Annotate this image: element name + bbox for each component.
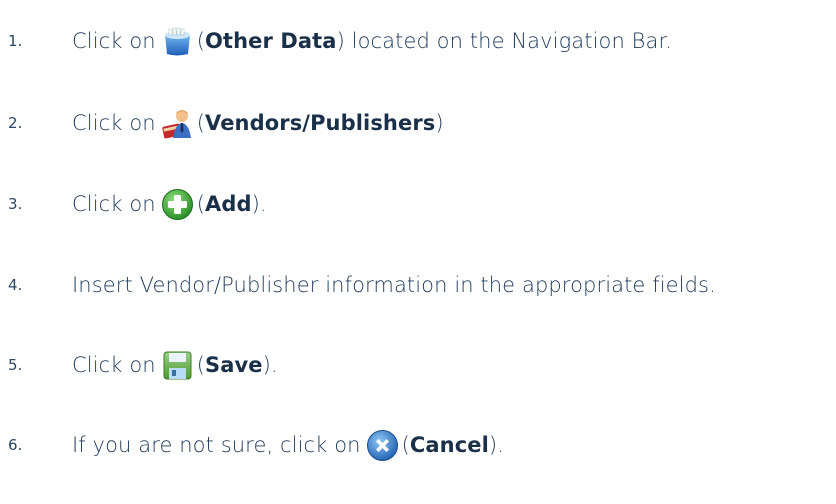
step-suffix: ) <box>435 111 444 135</box>
step-suffix: ) located on the Navigation Bar. <box>336 29 673 53</box>
step-number: 6. <box>8 436 23 454</box>
vendors-publishers-icon <box>161 107 194 140</box>
step-number: 4. <box>8 276 23 294</box>
paren-open: ( <box>196 353 205 377</box>
step-text: Click on (Other Data) located on the Nav… <box>72 25 672 58</box>
step-text: If you are not sure, click on (Cancel). <box>72 429 504 462</box>
step-text: Click on (Save). <box>72 349 278 382</box>
step-number: 2. <box>8 114 23 132</box>
step-bold-label: Cancel <box>409 433 489 457</box>
step-text: Click on (Add). <box>72 188 267 221</box>
save-icon <box>161 349 194 382</box>
step-number: 1. <box>8 32 23 50</box>
cancel-icon <box>366 429 399 462</box>
step-suffix: ). <box>488 433 504 457</box>
step-prefix: Click on <box>72 192 156 216</box>
step-bold-label: Save <box>204 353 263 377</box>
paren-open: ( <box>196 29 205 53</box>
paren-open: ( <box>196 192 205 216</box>
other-data-icon <box>161 25 194 58</box>
step-number: 3. <box>8 195 23 213</box>
step-suffix: ). <box>262 353 278 377</box>
step-bold-label: Other Data <box>204 29 337 53</box>
step-prefix: If you are not sure, click on <box>72 433 361 457</box>
paren-open: ( <box>401 433 410 457</box>
step-bold-label: Add <box>204 192 252 216</box>
step-text: Insert Vendor/Publisher information in t… <box>72 273 716 297</box>
add-icon <box>161 188 194 221</box>
step-suffix: ). <box>251 192 267 216</box>
step-prefix: Click on <box>72 111 156 135</box>
step-number: 5. <box>8 356 23 374</box>
step-prefix: Click on <box>72 29 156 53</box>
step-prefix: Click on <box>72 353 156 377</box>
paren-open: ( <box>196 111 205 135</box>
step-text: Click on (Vendors/Publishers) <box>72 107 444 140</box>
step-bold-label: Vendors/Publishers <box>204 111 436 135</box>
